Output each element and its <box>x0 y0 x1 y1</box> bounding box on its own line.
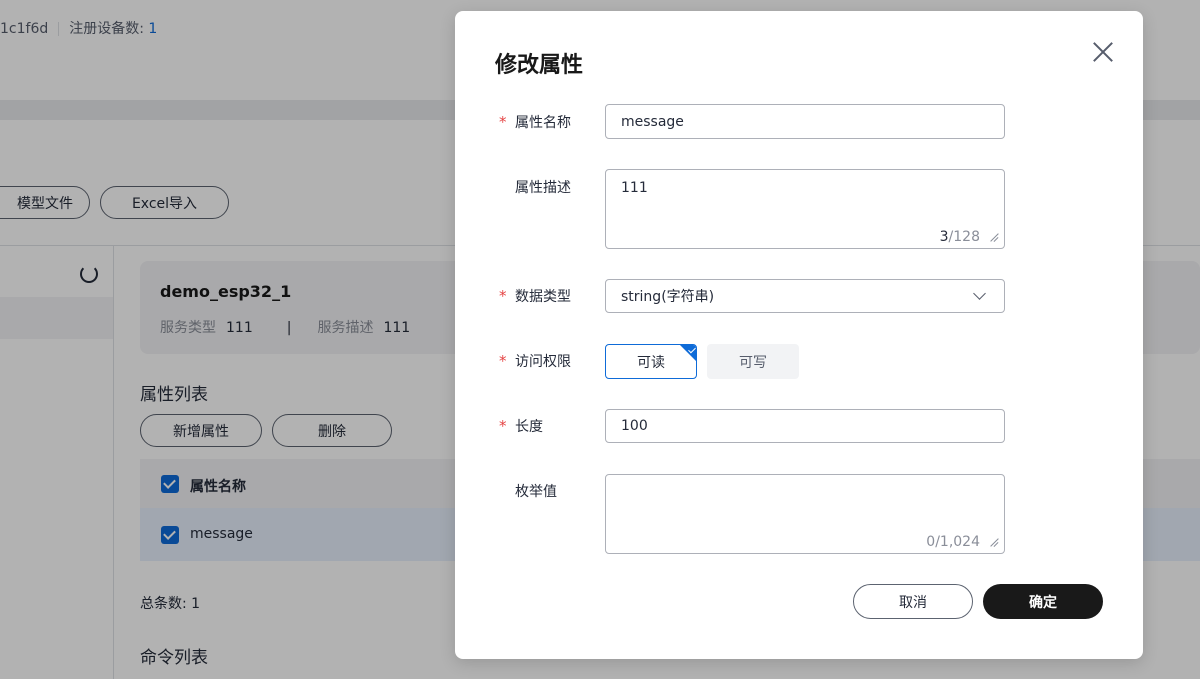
data-type-label: 数据类型 <box>515 289 571 305</box>
dialog-title: 修改属性 <box>495 53 584 78</box>
length-input[interactable]: 100 <box>605 409 1005 443</box>
char-counter: 3/128 <box>939 229 980 245</box>
close-icon[interactable] <box>1091 40 1115 64</box>
data-type-select[interactable]: string(字符串) <box>605 279 1005 313</box>
char-counter: 0/1,024 <box>926 534 980 550</box>
property-description-textarea[interactable]: 111 3/128 <box>605 169 1005 249</box>
cancel-button[interactable]: 取消 <box>853 584 973 619</box>
access-label: 访问权限 <box>515 354 571 370</box>
edit-property-dialog: 修改属性 * 属性名称 message 属性描述 111 3/128 * 数据类… <box>455 11 1143 659</box>
length-label: 长度 <box>515 419 543 435</box>
access-option-write[interactable]: 可写 <box>707 344 799 379</box>
required-mark: * <box>499 287 507 305</box>
resize-handle-icon[interactable] <box>989 538 998 547</box>
enum-textarea[interactable]: 0/1,024 <box>605 474 1005 554</box>
resize-handle-icon[interactable] <box>989 233 998 242</box>
property-name-label: 属性名称 <box>515 115 571 131</box>
enum-label: 枚举值 <box>515 484 557 500</box>
property-name-input[interactable]: message <box>605 104 1005 139</box>
property-description-label: 属性描述 <box>515 180 571 196</box>
required-mark: * <box>499 352 507 370</box>
required-mark: * <box>499 113 507 131</box>
confirm-button[interactable]: 确定 <box>983 584 1103 619</box>
chevron-down-icon <box>973 287 986 300</box>
required-mark: * <box>499 417 507 435</box>
access-option-read[interactable]: 可读 <box>605 344 697 379</box>
